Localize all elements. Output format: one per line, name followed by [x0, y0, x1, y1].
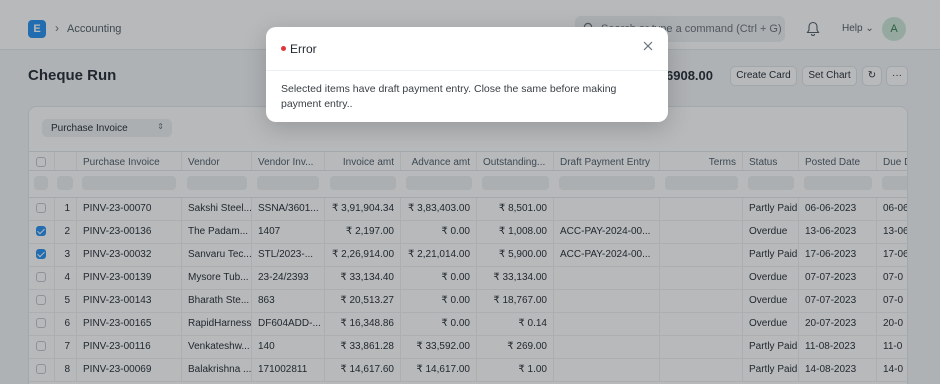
error-dialog-message: Selected items have draft payment entry.… — [281, 83, 617, 110]
error-dialog-title: Error — [290, 42, 317, 56]
close-icon[interactable] — [642, 40, 654, 52]
error-dialog: Error Selected items have draft payment … — [266, 27, 668, 122]
error-indicator-dot — [281, 46, 286, 51]
error-dialog-header: Error — [266, 27, 668, 71]
